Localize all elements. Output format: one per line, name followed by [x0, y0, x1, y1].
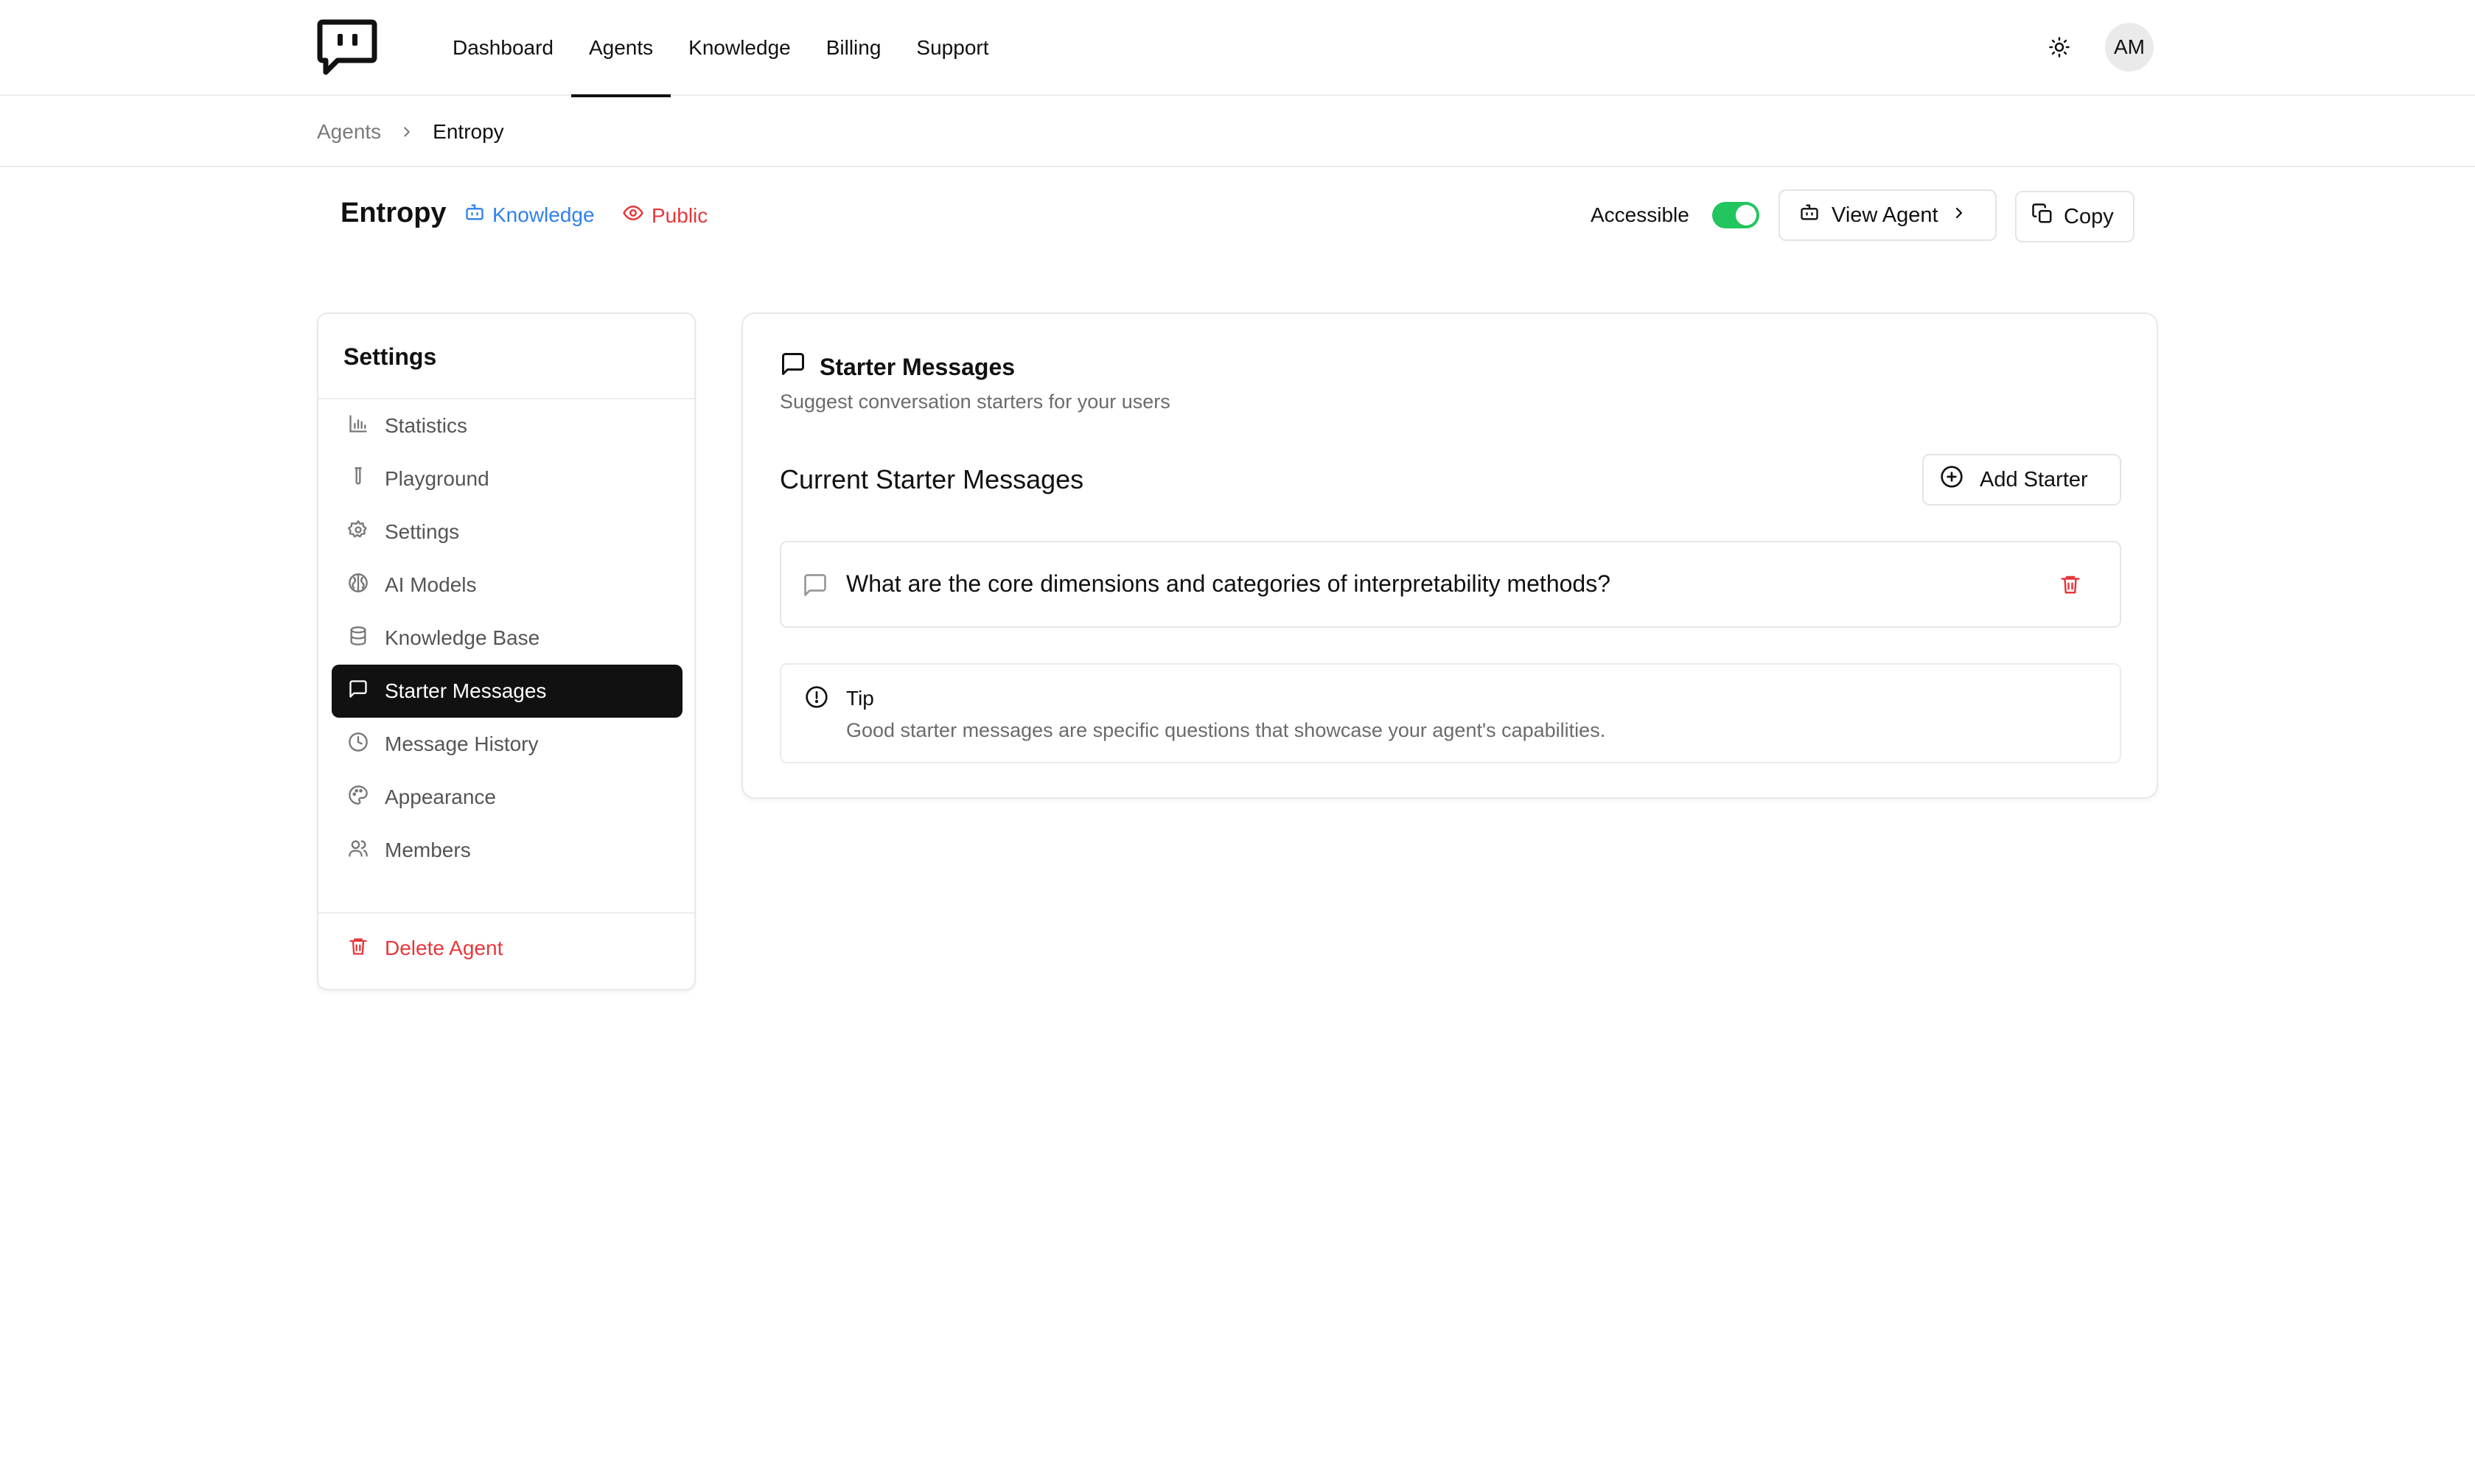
visibility-tag-label: Public	[652, 203, 708, 227]
sidebar-item-label: Members	[385, 839, 471, 861]
card-header: Starter Messages	[780, 351, 1015, 383]
message-square-icon	[802, 572, 828, 602]
breadcrumb-current: Entropy	[433, 119, 504, 143]
sidebar-item-knowledge-base[interactable]: Knowledge Base	[332, 612, 683, 665]
add-starter-button[interactable]: Add Starter	[1922, 454, 2121, 505]
agent-name: Entropy	[341, 197, 447, 228]
tip-box: Tip Good starter messages are specific q…	[780, 663, 2121, 763]
accessible-label: Accessible	[1591, 203, 1689, 226]
plus-circle-icon	[1940, 465, 1963, 494]
sidebar-item-starter-messages[interactable]: Starter Messages	[332, 665, 683, 718]
sidebar-item-members[interactable]: Members	[332, 824, 683, 877]
sidebar-item-label: AI Models	[385, 573, 477, 596]
chevron-right-icon	[1950, 203, 1968, 228]
add-starter-label: Add Starter	[1980, 467, 2088, 491]
sidebar-item-statistics[interactable]: Statistics	[332, 399, 683, 452]
palette-icon	[348, 785, 369, 811]
nav-billing[interactable]: Billing	[809, 0, 899, 96]
sidebar-item-label: Message History	[385, 732, 539, 755]
bot-icon	[1799, 202, 1820, 228]
gear-icon	[348, 519, 369, 545]
sidebar-item-message-history[interactable]: Message History	[332, 718, 683, 771]
copy-button[interactable]: Copy	[2015, 191, 2134, 242]
database-icon	[348, 626, 369, 651]
copy-icon	[2031, 203, 2053, 231]
chevron-right-icon	[399, 124, 415, 140]
sidebar-title: Settings	[343, 343, 437, 370]
sidebar-item-appearance[interactable]: Appearance	[332, 771, 683, 824]
trash-icon[interactable]	[2059, 573, 2081, 599]
message-square-icon	[780, 351, 806, 383]
breadcrumb: Agents Entropy	[317, 96, 504, 167]
tip-text: Good starter messages are specific quest…	[846, 719, 1606, 741]
starter-message-row[interactable]: What are the core dimensions and categor…	[780, 541, 2121, 628]
starter-messages-card: Starter Messages Suggest conversation st…	[741, 312, 2158, 799]
tip-title: Tip	[846, 687, 874, 710]
eye-icon	[622, 202, 644, 229]
breadcrumb-bar: Agents Entropy	[0, 96, 2475, 167]
test-tube-icon	[348, 466, 369, 492]
knowledge-tag-label: Knowledge	[492, 203, 595, 226]
starter-message-text: What are the core dimensions and categor…	[846, 570, 1610, 597]
sidebar-item-label: Knowledge Base	[385, 626, 540, 649]
breadcrumb-agents-link[interactable]: Agents	[317, 120, 381, 144]
sidebar-divider	[318, 912, 694, 914]
nav-knowledge[interactable]: Knowledge	[671, 0, 809, 96]
trash-icon	[348, 936, 369, 962]
bot-icon	[464, 202, 485, 228]
section-title: Current Starter Messages	[780, 464, 1084, 494]
delete-agent-label: Delete Agent	[385, 937, 503, 959]
card-title: Starter Messages	[820, 353, 1016, 380]
sidebar-item-ai-models[interactable]: AI Models	[332, 559, 683, 612]
users-icon	[348, 838, 369, 864]
view-agent-button[interactable]: View Agent	[1778, 189, 1997, 241]
sidebar-item-label: Starter Messages	[385, 679, 547, 702]
bar-chart-icon	[348, 413, 369, 439]
nav-dashboard[interactable]: Dashboard	[435, 0, 571, 96]
card-subtitle: Suggest conversation starters for your u…	[780, 391, 1170, 413]
user-avatar[interactable]: AM	[2105, 23, 2154, 71]
nav-agents[interactable]: Agents	[570, 0, 671, 97]
sidebar-item-settings[interactable]: Settings	[332, 505, 683, 559]
copy-label: Copy	[2064, 204, 2114, 228]
accessible-toggle[interactable]	[1712, 202, 1759, 228]
sidebar-item-playground[interactable]: Playground	[332, 452, 683, 505]
visibility-tag[interactable]: Public	[622, 202, 708, 229]
info-circle-icon	[805, 685, 828, 713]
knowledge-tag[interactable]: Knowledge	[464, 202, 595, 228]
sidebar-menu: Statistics Playground Settings AI Models…	[332, 399, 683, 877]
toggle-knob	[1736, 205, 1756, 225]
delete-agent-button[interactable]: Delete Agent	[332, 925, 683, 971]
sidebar-item-label: Appearance	[385, 785, 497, 808]
view-agent-label: View Agent	[1832, 203, 1938, 227]
settings-sidebar: Settings Statistics Playground Settings …	[317, 312, 696, 990]
main-nav: Dashboard Agents Knowledge Billing Suppo…	[435, 0, 1007, 97]
nav-support[interactable]: Support	[898, 0, 1006, 96]
sidebar-item-label: Playground	[385, 467, 489, 490]
top-navbar: Dashboard Agents Knowledge Billing Suppo…	[0, 0, 2475, 97]
sun-icon[interactable]	[2045, 32, 2074, 62]
clock-icon	[348, 732, 369, 757]
message-square-icon	[348, 679, 369, 704]
sidebar-item-label: Settings	[385, 520, 460, 543]
brain-icon	[348, 573, 369, 598]
app-logo-icon[interactable]	[315, 18, 379, 77]
sidebar-item-label: Statistics	[385, 414, 468, 437]
